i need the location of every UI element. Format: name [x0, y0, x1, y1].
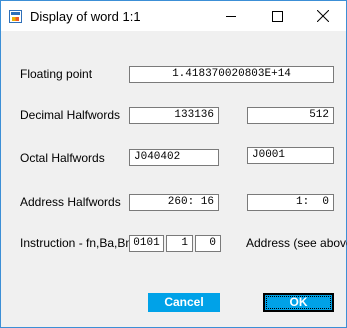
- address-halfword-right-field[interactable]: 1: 0: [247, 194, 334, 211]
- floating-point-label: Floating point: [20, 67, 93, 81]
- instruction-fn-field[interactable]: 0101: [129, 235, 164, 252]
- octal-halfwords-label: Octal Halfwords: [20, 151, 105, 165]
- address-halfword-left-field[interactable]: 260: 16: [129, 194, 219, 211]
- ok-button[interactable]: OK: [263, 293, 334, 312]
- maximize-icon: [272, 11, 283, 22]
- decimal-halfword-right-field[interactable]: 512: [247, 107, 334, 124]
- octal-halfword-left-field[interactable]: J040402: [129, 149, 219, 166]
- decimal-halfwords-label: Decimal Halfwords: [20, 108, 121, 122]
- maximize-button[interactable]: [254, 1, 300, 31]
- window-title: Display of word 1:1: [30, 9, 141, 24]
- instruction-bm-field[interactable]: 0: [195, 235, 221, 252]
- focus-rect: [266, 296, 331, 309]
- instruction-ba-field[interactable]: 1: [166, 235, 193, 252]
- instruction-label: Instruction - fn,Ba,Bm: [20, 236, 136, 250]
- close-icon: [317, 10, 329, 22]
- close-button[interactable]: [300, 1, 346, 31]
- address-note-label: Address (see above): [246, 236, 347, 250]
- decimal-halfword-left-field[interactable]: 133136: [129, 107, 219, 124]
- floating-point-field[interactable]: 1.418370020803E+14: [129, 66, 334, 83]
- title-bar[interactable]: Display of word 1:1: [1, 1, 346, 31]
- minimize-icon: [226, 16, 236, 17]
- address-halfwords-label: Address Halfwords: [20, 195, 121, 209]
- octal-halfword-right-field[interactable]: J0001: [247, 147, 334, 164]
- cancel-button[interactable]: Cancel: [148, 293, 220, 312]
- minimize-button[interactable]: [208, 1, 254, 31]
- dialog-window: Display of word 1:1 Floating point 1.418…: [0, 0, 347, 328]
- app-icon: [9, 10, 22, 23]
